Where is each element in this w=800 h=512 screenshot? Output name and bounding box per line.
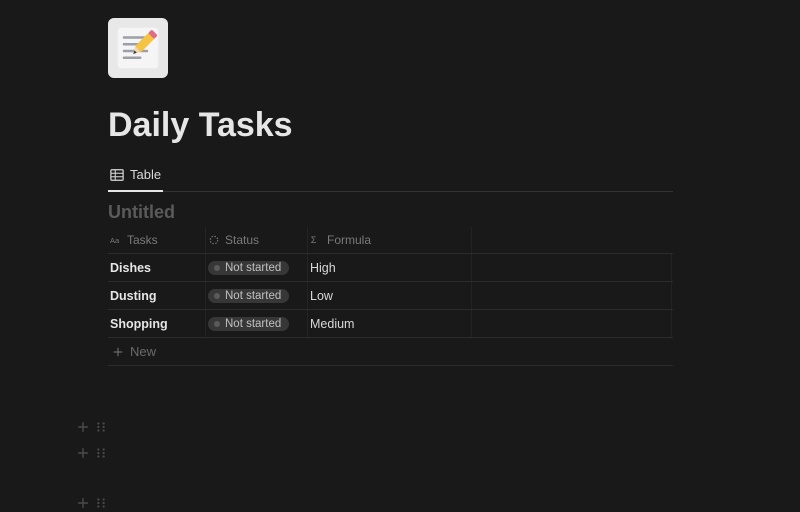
database-title[interactable]: Untitled [108,202,680,223]
cell-task[interactable]: Dusting [108,282,206,309]
formula-icon: Σ [310,234,322,246]
cell-status[interactable]: Not started [206,282,308,309]
plus-icon[interactable] [76,496,90,510]
page-title[interactable]: Daily Tasks [108,106,680,145]
table-row[interactable]: DustingNot started Low [108,282,673,310]
cell-status[interactable]: Not started [206,310,308,337]
drag-handle-icon[interactable] [94,420,108,434]
tab-table[interactable]: Table [108,163,163,192]
title-icon: Aa [110,234,122,246]
drag-handle-icon[interactable] [94,446,108,460]
cell-empty[interactable] [472,310,672,337]
block-handle[interactable] [76,420,108,434]
cell-status[interactable]: Not started [206,254,308,281]
cell-task[interactable]: Dishes [108,254,206,281]
status-icon [208,234,220,246]
view-tabs: Table [108,163,673,192]
new-row-button[interactable]: New [108,338,673,366]
table-icon [110,168,124,182]
status-pill: Not started [208,317,289,331]
cell-formula[interactable]: Medium [308,310,472,337]
cell-empty[interactable] [472,282,672,309]
svg-text:Σ: Σ [311,235,317,245]
memo-pencil-icon [111,21,165,75]
table-row[interactable]: ShoppingNot started Medium [108,310,673,338]
plus-icon [112,346,124,358]
column-header-status[interactable]: Status [206,227,308,253]
block-handle[interactable] [76,446,108,460]
status-pill: Not started [208,289,289,303]
block-handle[interactable] [76,496,108,510]
column-header-formula[interactable]: Σ Formula [308,227,472,253]
cell-formula[interactable]: Low [308,282,472,309]
status-pill: Not started [208,261,289,275]
svg-text:Aa: Aa [110,236,120,245]
column-actions [472,227,502,253]
plus-icon[interactable] [76,446,90,460]
cell-task[interactable]: Shopping [108,310,206,337]
cell-formula[interactable]: High [308,254,472,281]
table-row[interactable]: DishesNot started High [108,254,673,282]
drag-handle-icon[interactable] [94,496,108,510]
cell-empty[interactable] [472,254,672,281]
page-icon[interactable] [108,18,168,78]
plus-icon[interactable] [76,420,90,434]
database-table: Aa Tasks Status Σ Formula DishesNot star… [108,227,673,366]
column-header-tasks[interactable]: Aa Tasks [108,227,206,253]
tab-label: Table [130,167,161,182]
table-header-row: Aa Tasks Status Σ Formula [108,227,673,254]
